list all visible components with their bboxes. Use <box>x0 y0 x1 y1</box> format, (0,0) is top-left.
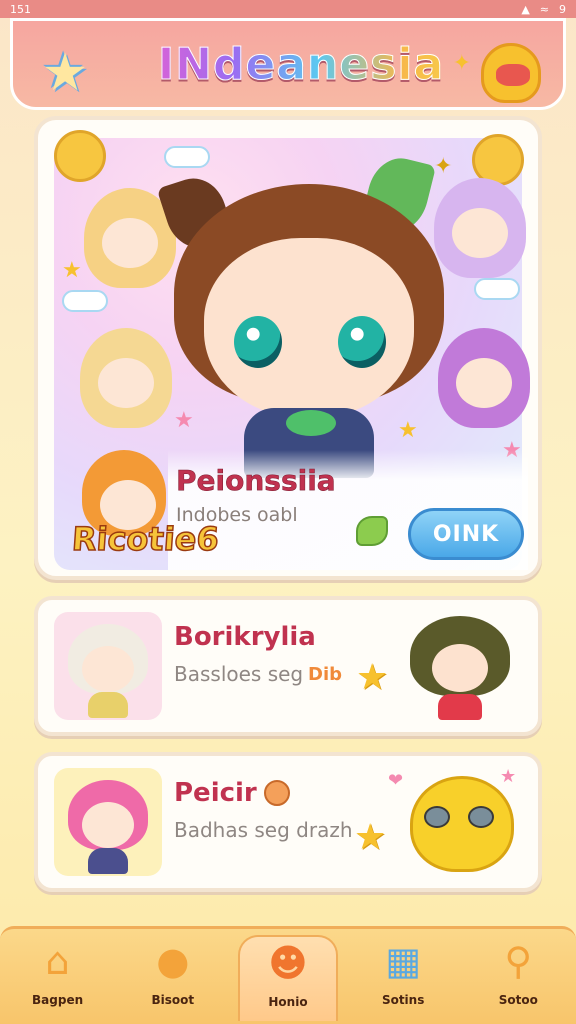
featured-card[interactable]: ★ ★ ★ ★ ✦ Peionssiia Indobes oabl OINK R… <box>34 116 542 580</box>
face-icon: ☻ <box>268 941 308 985</box>
nav-item-bear[interactable]: ● Bisoot <box>123 935 223 1021</box>
bow-icon <box>286 410 336 436</box>
list-item-tag: Dib <box>308 664 342 685</box>
star-icon: ★ <box>398 418 418 443</box>
list-item-title: Peicir <box>174 778 257 808</box>
featured-action-button[interactable]: OINK <box>408 508 524 560</box>
bottom-nav: ⌂ Bagpen ● Bisoot ☻ Honio ▦ Sotins ⚲ Sot… <box>0 926 576 1024</box>
search-icon: ⚲ <box>504 939 533 983</box>
list-item-subtitle: Badhas seg drazh <box>174 818 353 842</box>
main-character-eye <box>234 316 282 368</box>
featured-logo: Ricotie6 <box>70 519 221 559</box>
list-item[interactable]: Borikrylia Bassloes seg Dib ★ <box>34 596 542 736</box>
nav-item-face[interactable]: ☻ Honio <box>237 935 338 1021</box>
character-thumbnail <box>54 612 162 720</box>
star-icon: ★ <box>62 258 82 283</box>
app-title: INdeanesia <box>133 39 469 91</box>
status-time: 151 <box>10 2 31 16</box>
star-logo-icon[interactable]: ★ <box>35 43 95 103</box>
mascot-icon[interactable] <box>481 43 541 103</box>
character-purple <box>438 328 530 428</box>
nav-item-home[interactable]: ⌂ Bagpen <box>8 935 108 1021</box>
home-icon: ⌂ <box>45 939 70 983</box>
main-character-eye <box>338 316 386 368</box>
character-blonde-2 <box>80 328 172 428</box>
sparkle-icon: ✦ <box>452 51 471 76</box>
character-yellow-blob <box>410 766 514 876</box>
star-icon: ★ <box>356 657 389 698</box>
star-icon: ★ <box>354 817 387 858</box>
leaf-icon <box>356 516 388 546</box>
list-item[interactable]: Peicir Badhas seg drazh ★ ❤ ★ <box>34 752 542 892</box>
signal-icon: ▲ <box>521 2 530 16</box>
wifi-icon: ≈ <box>539 2 549 16</box>
character-cat-boy <box>410 610 510 720</box>
list-item-subtitle: Bassloes seg <box>174 662 304 686</box>
cloud-icon <box>62 290 108 312</box>
star-icon: ★ <box>174 408 194 433</box>
status-bar: 151 ▲ ≈ 9 <box>0 0 576 18</box>
badge-icon <box>54 130 106 182</box>
cloud-icon <box>474 278 520 300</box>
nav-label: Bisoot <box>151 993 195 1007</box>
fruit-icon <box>264 780 290 806</box>
status-icons: ▲ ≈ 9 <box>521 3 566 16</box>
nav-label: Honio <box>268 995 308 1009</box>
sparkle-icon: ✦ <box>434 154 453 179</box>
bear-icon: ● <box>156 939 190 983</box>
nav-item-search[interactable]: ⚲ Sotoo <box>468 935 568 1021</box>
app-header: ★ INdeanesia ✦ <box>10 18 566 110</box>
cloud-icon <box>164 146 210 168</box>
character-lavender <box>434 178 526 278</box>
list-item-title: Borikrylia <box>174 622 316 652</box>
nav-label: Sotoo <box>498 993 538 1007</box>
heart-icon: ❤ <box>388 770 404 791</box>
nav-label: Bagpen <box>32 993 84 1007</box>
nav-item-chart[interactable]: ▦ Sotins <box>353 935 453 1021</box>
nav-label: Sotins <box>381 993 425 1007</box>
featured-name: Peionssiia <box>176 464 336 498</box>
character-thumbnail <box>54 768 162 876</box>
status-battery: 9 <box>559 2 566 16</box>
chart-icon: ▦ <box>385 939 422 983</box>
